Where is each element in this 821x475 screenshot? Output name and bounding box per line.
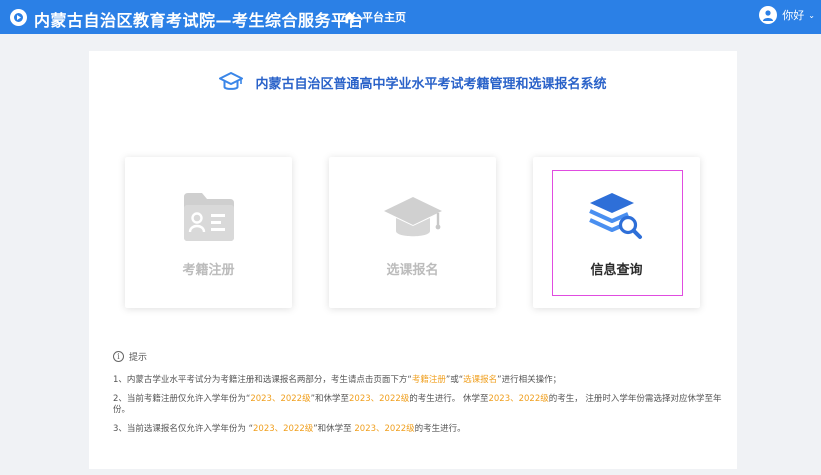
home-link[interactable]: 平台主页 <box>343 9 406 25</box>
top-bar: 内蒙古自治区教育考试院—考生综合服务平台 平台主页 你好 ⌄ <box>0 0 821 34</box>
app-title: 内蒙古自治区教育考试院—考生综合服务平台 <box>34 11 365 30</box>
link-registration[interactable]: 考籍注册 <box>412 375 446 385</box>
card-info-query[interactable]: 信息查询 <box>533 157 700 308</box>
user-menu[interactable]: 你好 ⌄ <box>759 6 815 24</box>
card-course-selection[interactable]: 选课报名 <box>329 157 496 308</box>
card-label: 信息查询 <box>590 263 643 278</box>
home-link-label: 平台主页 <box>362 11 406 24</box>
folder-id-icon <box>183 193 234 241</box>
notice-line-3: 3、当前选课报名仅允许入学年份为 “2023、2022级”和休学至 2023、2… <box>113 424 466 434</box>
card-label: 考籍注册 <box>182 263 235 278</box>
notice-section: i 提示 1、内蒙古学业水平考试分为考籍注册和选课报名两部分，考生请点击页面下方… <box>113 350 723 443</box>
system-title-row: 内蒙古自治区普通高中学业水平考试考籍管理和选课报名系统 <box>89 72 737 92</box>
main-panel: 内蒙古自治区普通高中学业水平考试考籍管理和选课报名系统 考籍注册 选课报名 信息… <box>89 51 737 469</box>
home-icon <box>343 11 356 23</box>
logo-icon <box>10 9 27 26</box>
notice-line-2: 2、当前考籍注册仅允许入学年份为“2023、2022级”和休学至2023、202… <box>113 394 722 415</box>
card-label: 选课报名 <box>386 263 439 278</box>
graduation-cap-icon <box>219 72 244 90</box>
card-registration[interactable]: 考籍注册 <box>125 157 292 308</box>
system-title: 内蒙古自治区普通高中学业水平考试考籍管理和选课报名系统 <box>255 76 607 92</box>
chevron-down-icon: ⌄ <box>808 10 815 20</box>
link-course-selection[interactable]: 选课报名 <box>463 375 497 385</box>
notice-title: 提示 <box>129 353 148 363</box>
user-avatar-icon <box>759 6 778 24</box>
layers-search-icon <box>588 193 642 239</box>
notice-line-1: 1、内蒙古学业水平考试分为考籍注册和选课报名两部分，考生请点击页面下方“考籍注册… <box>113 375 562 385</box>
info-icon: i <box>113 351 124 362</box>
user-greeting: 你好 <box>782 9 805 22</box>
graduation-cap-icon <box>383 197 442 237</box>
